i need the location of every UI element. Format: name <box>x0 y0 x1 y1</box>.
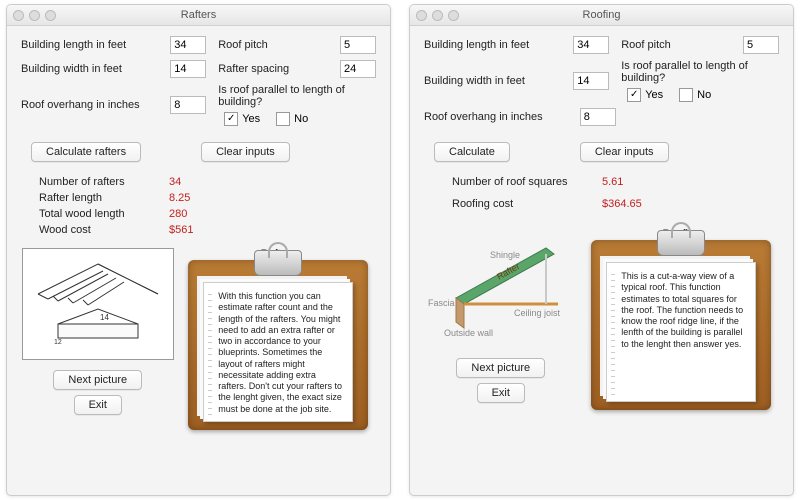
next-picture-button[interactable]: Next picture <box>456 358 545 378</box>
result-value: 34 <box>169 176 181 188</box>
window-title: Roofing <box>410 9 793 21</box>
content-area: Building length in feet Roof pitch Build… <box>410 26 793 495</box>
svg-text:Shingle: Shingle <box>490 250 520 260</box>
result-label: Wood cost <box>39 224 169 236</box>
clear-button[interactable]: Clear inputs <box>580 142 669 162</box>
building-width-input[interactable] <box>573 72 609 90</box>
pitch-label: Roof pitch <box>218 39 340 51</box>
svg-text:Outside wall: Outside wall <box>444 328 493 338</box>
svg-text:Ceiling joist: Ceiling joist <box>514 308 561 318</box>
dim-label: 12 <box>54 339 62 346</box>
checkbox-icon: ✓ <box>224 112 238 126</box>
overhang-input[interactable] <box>580 108 616 126</box>
spacing-label: Rafter spacing <box>218 63 340 75</box>
spacing-input[interactable] <box>340 60 376 78</box>
next-picture-button[interactable]: Next picture <box>53 370 142 390</box>
result-value: 8.25 <box>169 192 190 204</box>
building-width-label: Building width in feet <box>424 75 573 87</box>
building-length-input[interactable] <box>573 36 609 54</box>
no-checkbox[interactable]: No <box>679 88 711 102</box>
no-label: No <box>697 89 711 101</box>
yes-label: Yes <box>242 113 260 125</box>
clipboard-text: This is a cut-a-way view of a typical ro… <box>606 262 756 402</box>
clipboard-text: With this function you can estimate raft… <box>203 282 353 422</box>
overhang-label: Roof overhang in inches <box>424 111 580 123</box>
result-label: Number of roof squares <box>452 176 602 188</box>
rafter-diagram: 14 12 <box>22 248 174 360</box>
result-label: Number of rafters <box>39 176 169 188</box>
parallel-question: Is roof parallel to length of building? <box>218 84 376 108</box>
result-value: $364.65 <box>602 198 642 210</box>
clipboard: With this function you can estimate raft… <box>188 260 368 430</box>
window-title: Rafters <box>7 9 390 21</box>
pitch-input[interactable] <box>743 36 779 54</box>
yes-checkbox[interactable]: ✓ Yes <box>224 112 260 126</box>
yes-checkbox[interactable]: ✓ Yes <box>627 88 663 102</box>
result-value: 5.61 <box>602 176 623 188</box>
pitch-label: Roof pitch <box>621 39 743 51</box>
clear-button[interactable]: Clear inputs <box>201 142 290 162</box>
building-length-label: Building length in feet <box>21 39 170 51</box>
dim-label: 14 <box>100 313 109 322</box>
titlebar[interactable]: Rafters <box>7 5 390 26</box>
roofing-diagram: Shingle Rafter Ceiling joist Fascia Outs… <box>426 228 576 348</box>
results-block: Number of rafters34 Rafter length8.25 To… <box>39 176 376 240</box>
roofing-window: Roofing Building length in feet Roof pit… <box>409 4 794 496</box>
building-width-label: Building width in feet <box>21 63 170 75</box>
content-area: Building length in feet Roof pitch Build… <box>7 26 390 495</box>
result-label: Roofing cost <box>452 198 602 210</box>
minimize-icon[interactable] <box>29 10 40 21</box>
rafters-window: Rafters Building length in feet Roof pit… <box>6 4 391 496</box>
traffic-lights <box>416 10 459 21</box>
traffic-lights <box>13 10 56 21</box>
calculate-button[interactable]: Calculate <box>434 142 510 162</box>
clipboard: This is a cut-a-way view of a typical ro… <box>591 240 771 410</box>
titlebar[interactable]: Roofing <box>410 5 793 26</box>
yes-label: Yes <box>645 89 663 101</box>
close-icon[interactable] <box>13 10 24 21</box>
checkbox-icon: ✓ <box>627 88 641 102</box>
close-icon[interactable] <box>416 10 427 21</box>
result-value: 280 <box>169 208 187 220</box>
building-length-input[interactable] <box>170 36 206 54</box>
calculate-button[interactable]: Calculate rafters <box>31 142 141 162</box>
checkbox-icon <box>679 88 693 102</box>
building-length-label: Building length in feet <box>424 39 573 51</box>
checkbox-icon <box>276 112 290 126</box>
exit-button[interactable]: Exit <box>74 395 122 415</box>
zoom-icon[interactable] <box>448 10 459 21</box>
results-block: Number of roof squares5.61 Roofing cost$… <box>452 176 779 214</box>
clipboard-clip-icon <box>657 230 705 256</box>
svg-text:Fascia: Fascia <box>428 298 455 308</box>
building-width-input[interactable] <box>170 60 206 78</box>
exit-button[interactable]: Exit <box>477 383 525 403</box>
no-label: No <box>294 113 308 125</box>
clipboard-clip-icon <box>254 250 302 276</box>
result-label: Total wood length <box>39 208 169 220</box>
no-checkbox[interactable]: No <box>276 112 308 126</box>
result-label: Rafter length <box>39 192 169 204</box>
overhang-label: Roof overhang in inches <box>21 99 170 111</box>
overhang-input[interactable] <box>170 96 206 114</box>
pitch-input[interactable] <box>340 36 376 54</box>
parallel-question: Is roof parallel to length of building? <box>621 60 779 84</box>
zoom-icon[interactable] <box>45 10 56 21</box>
result-value: $561 <box>169 224 193 236</box>
minimize-icon[interactable] <box>432 10 443 21</box>
